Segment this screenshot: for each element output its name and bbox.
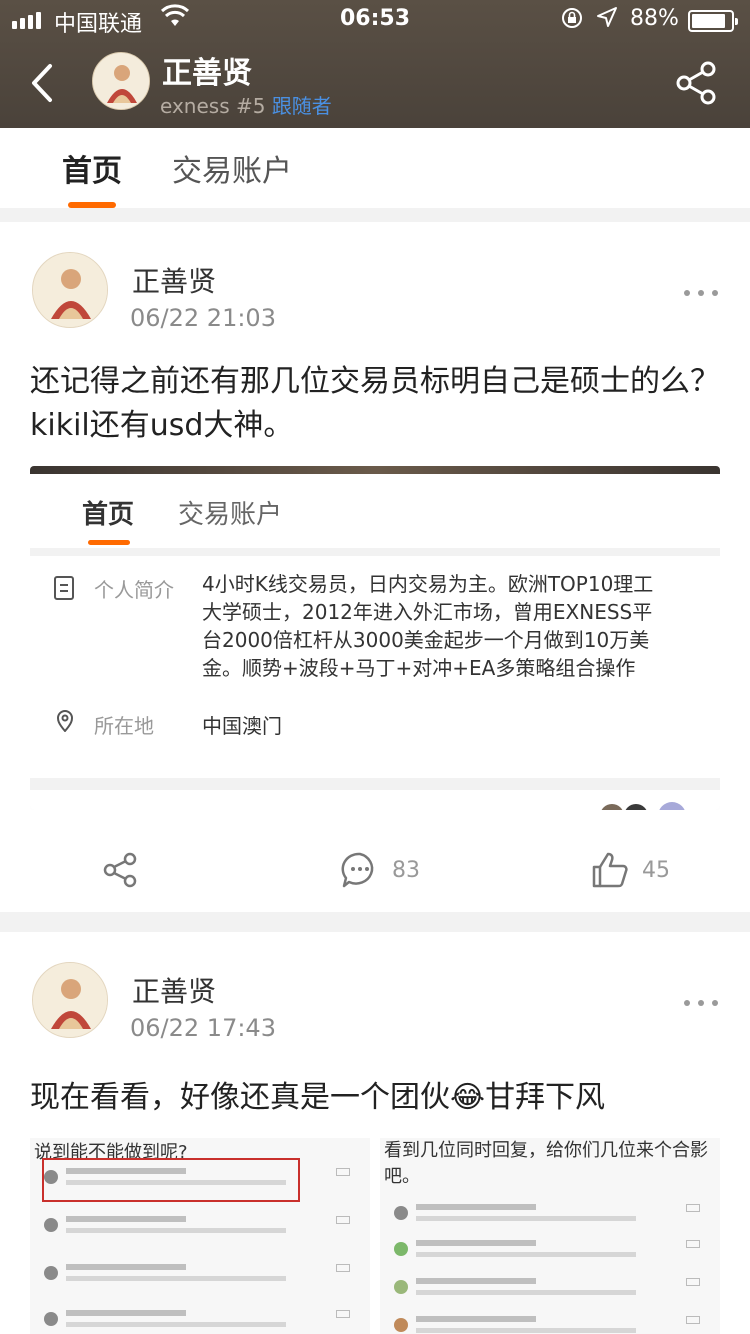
post-text-part: 现在看看，好像还真是一个团伙 <box>30 1080 450 1115</box>
more-options-icon[interactable] <box>684 1000 718 1010</box>
follower-link[interactable]: 跟随者 <box>272 94 332 118</box>
avatar[interactable] <box>32 252 108 328</box>
post-text: 现在看看，好像还真是一个团伙😂甘拜下风 <box>30 1076 720 1120</box>
post-author[interactable]: 正善贤 <box>132 260 216 300</box>
back-arrow-icon <box>32 64 52 102</box>
post-text: 还记得之前还有那几位交易员标明自己是硕士的么？kikil还有usd大神。 <box>30 364 720 443</box>
comment-button[interactable]: 83 <box>340 850 420 890</box>
back-button[interactable] <box>24 58 64 108</box>
post-time: 06/22 17:43 <box>130 1014 276 1042</box>
visitor-avatars <box>601 802 685 810</box>
location-value: 中国澳门 <box>202 714 282 738</box>
battery-icon <box>688 10 738 32</box>
laughing-emoji-icon: 😂 <box>450 1080 486 1115</box>
post-image[interactable]: 看到几位同时回复，给你们几位来个合影吧。 <box>380 1138 720 1334</box>
share-icon <box>103 852 137 888</box>
rotation-lock-icon <box>560 6 584 36</box>
profile-subtitle: exness #5 跟随者 <box>160 90 332 119</box>
embed-tab-home: 首页 <box>82 500 135 530</box>
thumbs-up-icon <box>592 852 628 888</box>
intro-text: 4小时K线交易员，日内交易为主。欧洲TOP10理工大学硕士，2012年进入外汇市… <box>202 572 654 680</box>
tab-trading-account[interactable]: 交易账户 <box>172 146 292 190</box>
post-image[interactable]: 说到能不能做到呢? <box>30 1138 370 1334</box>
post-author[interactable]: 正善贤 <box>132 970 216 1010</box>
share-icon <box>676 61 716 105</box>
intro-label: 个人简介 <box>94 578 174 602</box>
share-button[interactable] <box>674 60 720 106</box>
share-post-button[interactable] <box>102 850 140 890</box>
post-card: 正善贤 06/22 17:43 现在看看，好像还真是一个团伙😂甘拜下风 说到能不… <box>0 932 750 1334</box>
avatar[interactable] <box>92 52 150 110</box>
post-action-bar: 83 45 <box>0 832 750 912</box>
image-caption: 看到几位同时回复，给你们几位来个合影吧。 <box>384 1140 708 1187</box>
battery-percent: 88% <box>630 6 679 31</box>
status-bar: 中国联通 06:53 88% <box>0 0 750 40</box>
post-time: 06/22 21:03 <box>130 304 276 332</box>
avatar[interactable] <box>32 962 108 1038</box>
active-tab-indicator <box>68 202 116 208</box>
account-label: exness #5 <box>160 94 266 118</box>
tab-bar: 首页 交易账户 <box>0 128 750 208</box>
profile-header: 中国联通 06:53 88% 正善贤 exness #5 跟随者 <box>0 0 750 128</box>
post-card: 正善贤 06/22 21:03 还记得之前还有那几位交易员标明自己是硕士的么？k… <box>0 222 750 912</box>
more-options-icon[interactable] <box>684 290 718 300</box>
post-image-grid: 说到能不能做到呢? 看到几位同时回复，给你们几位来个合影吧。 <box>30 1138 720 1334</box>
post-text-part: 甘拜下风 <box>485 1080 606 1115</box>
comment-icon <box>341 852 374 888</box>
profile-name: 正善贤 <box>162 56 252 91</box>
comment-count: 83 <box>392 857 420 883</box>
like-button[interactable]: 45 <box>590 850 670 890</box>
embedded-screenshot[interactable]: 首页 交易账户 个人简介 4小时K线交易员，日内交易为主。欧洲TOP10理工大学… <box>30 466 720 810</box>
location-arrow-icon <box>596 6 618 34</box>
like-count: 45 <box>642 857 670 883</box>
embed-tab-account: 交易账户 <box>178 500 283 530</box>
location-label: 所在地 <box>94 714 154 738</box>
tab-home[interactable]: 首页 <box>62 146 122 190</box>
location-pin-icon <box>54 710 76 733</box>
document-icon <box>54 576 74 600</box>
